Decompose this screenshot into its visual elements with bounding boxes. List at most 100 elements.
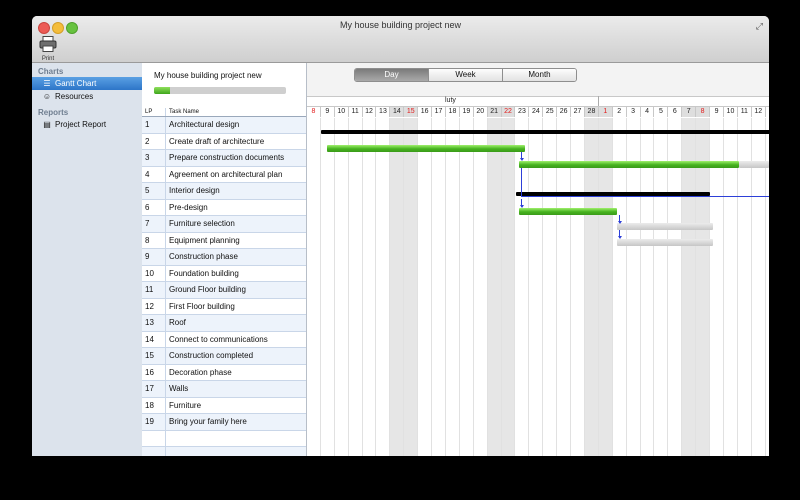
task-lp: 11 [142, 282, 166, 298]
task-lp: 12 [142, 298, 166, 314]
dependency-arrow [519, 158, 524, 161]
dependency-line [521, 168, 522, 196]
task-lp: 7 [142, 216, 166, 232]
day-column [349, 118, 363, 456]
task-name: Interior design [169, 186, 220, 195]
task-row[interactable] [142, 447, 306, 456]
day-label: 8 [307, 107, 321, 117]
task-row[interactable] [142, 430, 306, 447]
day-label: 26 [557, 107, 572, 117]
day-label: 6 [668, 107, 683, 117]
day-column [724, 118, 738, 456]
task-row[interactable]: 16 Decoration phase [142, 364, 306, 381]
task-row[interactable]: 6 Pre-design [142, 199, 306, 216]
day-label: 21 [487, 107, 502, 117]
view-mode-control: Day Week Month [354, 68, 577, 82]
task-row[interactable]: 17 Walls [142, 381, 306, 398]
task-row[interactable]: 3 Prepare construction documents [142, 150, 306, 167]
day-column [571, 118, 585, 456]
day-column [363, 118, 377, 456]
task-lp [142, 430, 166, 446]
task-row[interactable]: 2 Create draft of architecture [142, 133, 306, 150]
task-lp: 1 [142, 117, 166, 133]
print-button[interactable]: Print [37, 36, 59, 62]
task-row[interactable]: 15 Construction completed [142, 348, 306, 365]
task-panel: My house building project new LP Task Na… [142, 63, 307, 456]
task-lp [142, 447, 166, 456]
day-label: 11 [349, 107, 363, 117]
task-bar-create-draft[interactable] [327, 145, 525, 152]
fullscreen-icon[interactable]: ⤢ [756, 21, 763, 32]
task-row[interactable]: 13 Roof [142, 315, 306, 332]
gantt-grid[interactable] [307, 118, 769, 456]
task-name [166, 431, 306, 447]
view-mode-week[interactable]: Week [429, 69, 503, 81]
sidebar-item-gantt-chart[interactable]: ☰ Gantt Chart [32, 77, 142, 90]
task-lp: 5 [142, 183, 166, 199]
project-progress-bar [154, 87, 286, 94]
task-lp: 13 [142, 315, 166, 331]
day-label: 12 [363, 107, 377, 117]
task-row[interactable]: 5 Interior design [142, 183, 306, 200]
task-table: LP Task Name 1 Architectural design 2 Creat… [142, 108, 306, 456]
sidebar-item-label: Resources [55, 92, 94, 101]
task-row[interactable]: 4 Agreement on architectural plan [142, 166, 306, 183]
day-column [501, 118, 516, 456]
task-row[interactable]: 10 Foundation building [142, 265, 306, 282]
day-label: 24 [529, 107, 544, 117]
task-bar-prepare-docs-done[interactable] [519, 161, 739, 168]
task-lp: 14 [142, 331, 166, 347]
sidebar-item-project-report[interactable]: ▤ Project Report [32, 118, 142, 131]
day-column [418, 118, 433, 456]
task-row[interactable]: 19 Bring your family here [142, 414, 306, 431]
day-column [390, 118, 405, 456]
task-bar-prepare-docs-remaining[interactable] [739, 161, 769, 168]
view-mode-day[interactable]: Day [355, 69, 429, 81]
dependency-arrow [617, 236, 622, 239]
day-label: 12 [752, 107, 766, 117]
task-name: Foundation building [169, 268, 239, 278]
column-header-lp[interactable]: LP [142, 108, 166, 116]
task-name: Connect to communications [169, 334, 268, 344]
project-progress-fill [154, 87, 170, 94]
task-row[interactable]: 8 Equipment planning [142, 232, 306, 249]
sidebar-item-label: Project Report [55, 120, 107, 129]
task-row[interactable]: 9 Construction phase [142, 249, 306, 266]
task-row[interactable]: 12 First Floor building [142, 298, 306, 315]
day-label: 10 [724, 107, 738, 117]
task-bar-pre-design[interactable] [519, 208, 617, 215]
task-row[interactable]: 7 Furniture selection [142, 216, 306, 233]
day-label: 5 [655, 107, 669, 117]
day-label: 13 [377, 107, 391, 117]
day-label: 2 [613, 107, 627, 117]
day-label: 1 [598, 107, 613, 117]
day-label: 27 [571, 107, 585, 117]
task-name: Architectural design [169, 120, 240, 129]
day-column [487, 118, 502, 456]
sidebar-item-label: Gantt Chart [55, 79, 97, 88]
sidebar-item-resources[interactable]: ☺ Resources [32, 90, 142, 103]
view-mode-month[interactable]: Month [503, 69, 576, 81]
print-label: Print [41, 56, 55, 62]
task-row[interactable]: 11 Ground Floor building [142, 282, 306, 299]
task-name: Bring your family here [169, 417, 247, 426]
task-row[interactable]: 14 Connect to communications [142, 331, 306, 348]
task-bar-furniture-selection[interactable] [617, 223, 713, 230]
people-icon: ☺ [42, 92, 52, 101]
summary-bar-architectural-design[interactable] [321, 130, 769, 134]
day-label: 23 [516, 107, 530, 117]
month-label: luty [445, 97, 456, 104]
day-label: 15 [404, 107, 419, 117]
task-row[interactable]: 18 Furniture [142, 397, 306, 414]
app-window: My house building project new ⤢ Print Ch… [32, 16, 769, 456]
day-column [613, 118, 627, 456]
task-name: Ground Floor building [169, 285, 246, 294]
project-name: My house building project new [154, 71, 262, 80]
title-bar: My house building project new ⤢ Print [32, 16, 769, 63]
column-header-task-name[interactable]: Task Name [166, 108, 306, 116]
task-bar-equipment-planning[interactable] [617, 239, 713, 246]
day-column [655, 118, 669, 456]
day-column [474, 118, 488, 456]
task-name: Pre-design [169, 202, 208, 212]
task-row[interactable]: 1 Architectural design [142, 117, 306, 134]
